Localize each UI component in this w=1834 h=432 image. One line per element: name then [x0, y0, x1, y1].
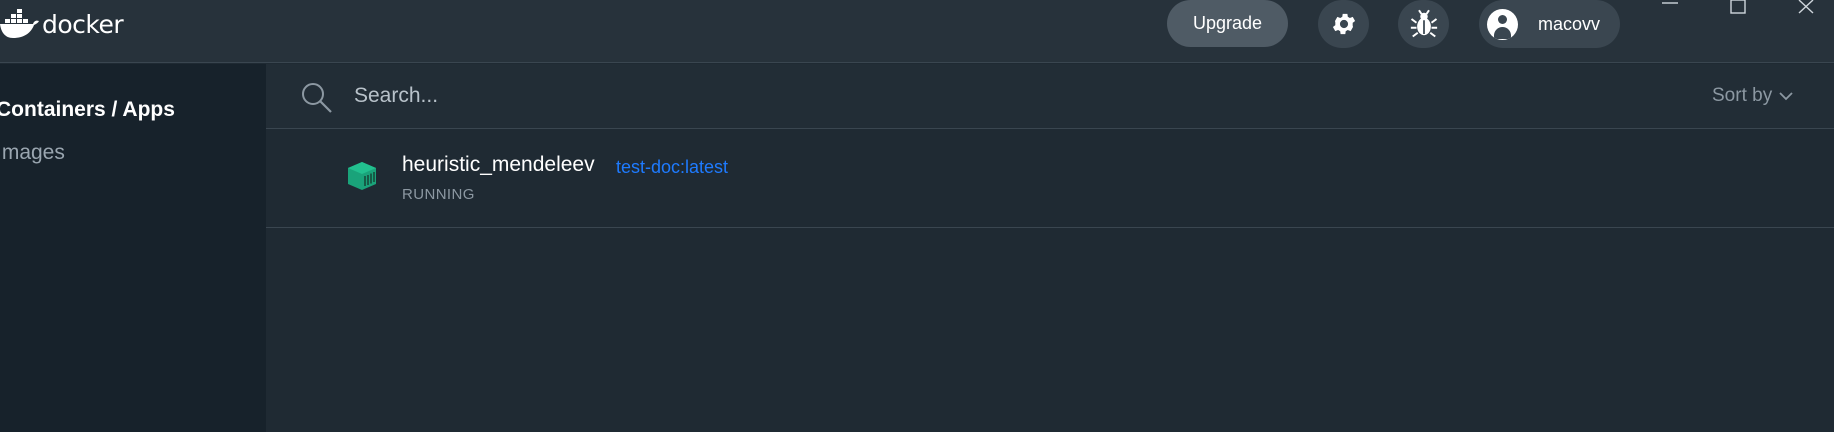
user-menu-button[interactable]: macovv: [1479, 0, 1620, 48]
settings-button[interactable]: [1318, 0, 1369, 48]
docker-logo: docker: [0, 4, 124, 44]
sidebar: Containers / Apps Images: [0, 64, 266, 432]
bug-icon: [1410, 9, 1437, 38]
upgrade-button[interactable]: Upgrade: [1167, 0, 1288, 47]
whale-icon: [0, 9, 39, 38]
gear-icon: [1332, 13, 1355, 35]
logo-text: docker: [42, 9, 124, 39]
sidebar-item-images[interactable]: Images: [0, 141, 65, 165]
container-row[interactable]: [266, 66, 1834, 228]
container-name[interactable]: heuristic_mendeleev: [402, 153, 595, 177]
sidebar-item-containers-apps[interactable]: Containers / Apps: [0, 98, 175, 122]
container-image-link[interactable]: test-doc:latest: [616, 157, 728, 178]
close-icon[interactable]: [1786, 0, 1826, 20]
container-icon: [348, 162, 376, 190]
username: macovv: [1538, 13, 1601, 34]
user-icon: [1487, 8, 1518, 40]
maximize-icon[interactable]: [1718, 0, 1758, 20]
minimize-icon[interactable]: [1650, 0, 1690, 20]
troubleshoot-button[interactable]: [1398, 0, 1449, 48]
container-status: RUNNING: [402, 186, 475, 203]
title-bar: docker Upgrade macovv: [0, 0, 1834, 63]
